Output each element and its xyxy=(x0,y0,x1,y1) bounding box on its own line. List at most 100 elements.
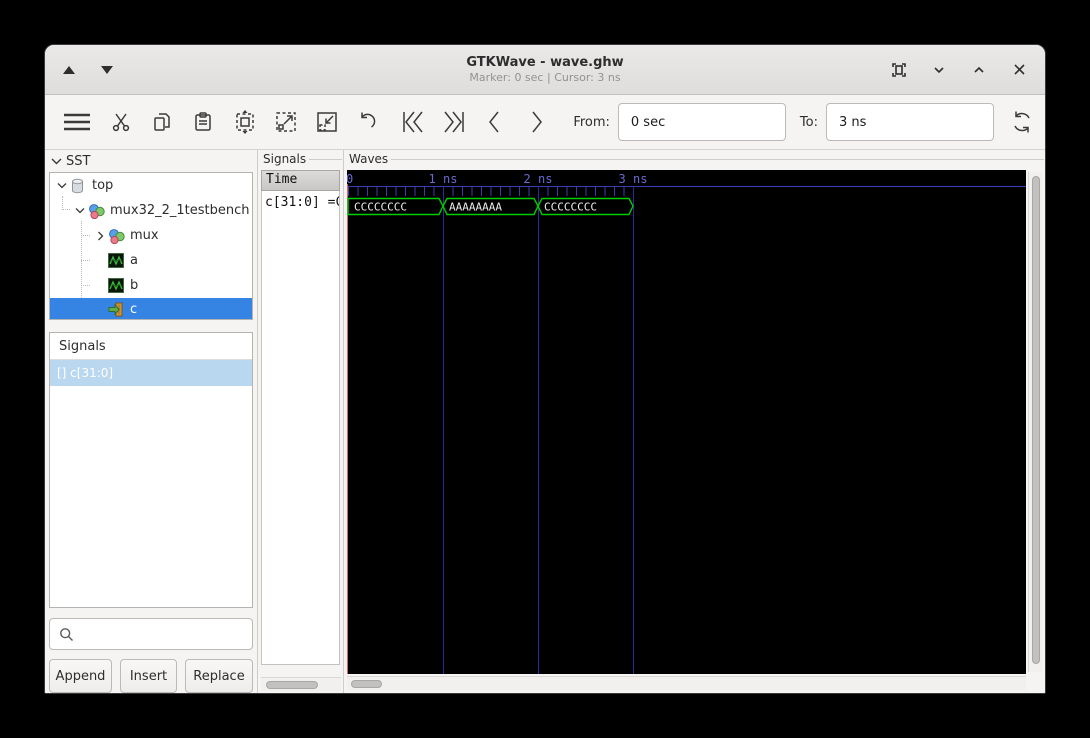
time-column-header[interactable]: Time xyxy=(261,170,340,191)
minimize-button[interactable] xyxy=(927,58,951,82)
append-button[interactable]: Append xyxy=(49,659,112,693)
bus-waveform-c[interactable]: CCCCCCCC AAAAAAAA CCCCCCCC xyxy=(347,197,1026,216)
tree-item-label: top xyxy=(92,178,114,193)
tree-item-label: mux32_2_1testbench xyxy=(110,203,250,218)
tree-item-signal-b[interactable]: b xyxy=(50,273,252,298)
signals-list-item-c[interactable]: [] c[31:0] xyxy=(50,360,252,386)
zoom-fit-button[interactable] xyxy=(227,103,262,141)
signal-search-box xyxy=(49,618,253,650)
bus-value-label: AAAAAAAA xyxy=(449,201,502,214)
prev-edge-button[interactable] xyxy=(477,103,512,141)
grid-line xyxy=(443,186,444,674)
bus-value-label: CCCCCCCC xyxy=(354,201,407,214)
tree-item-label: b xyxy=(130,278,139,293)
zoom-in-icon xyxy=(275,112,296,132)
skip-to-end-icon xyxy=(444,111,464,133)
paste-icon xyxy=(195,112,212,131)
to-label: To: xyxy=(799,114,818,130)
next-edge-button[interactable] xyxy=(518,103,553,141)
copy-icon xyxy=(154,113,171,131)
chevron-down-icon xyxy=(934,66,944,73)
to-input[interactable] xyxy=(825,103,994,141)
waves-frame-label: Waves xyxy=(344,150,1045,168)
menu-icon xyxy=(63,113,90,131)
tree-item-label: c xyxy=(130,302,138,317)
bus-value-label: CCCCCCCC xyxy=(544,201,597,214)
waves-vscrollbar[interactable] xyxy=(1028,172,1042,672)
chevron-right-icon xyxy=(532,111,542,133)
goto-start-button[interactable] xyxy=(395,103,430,141)
waves-hscrollbar[interactable] xyxy=(347,676,1026,690)
signal-names-hscrollbar[interactable] xyxy=(261,677,341,691)
marker-status: Marker: 0 sec xyxy=(469,71,544,84)
timeline-ticks xyxy=(348,187,635,196)
fit-window-button[interactable] xyxy=(887,58,911,82)
module-icon xyxy=(88,203,105,219)
paste-button[interactable] xyxy=(186,103,221,141)
insert-button[interactable]: Insert xyxy=(120,659,177,693)
cut-icon xyxy=(113,113,130,132)
scrollbar-thumb[interactable] xyxy=(1031,176,1040,664)
search-icon xyxy=(60,627,73,641)
maximize-button[interactable] xyxy=(967,58,991,82)
tree-item-signal-a[interactable]: a xyxy=(50,248,252,273)
time-tick-label: 3 ns xyxy=(618,172,648,186)
sst-label: SST xyxy=(66,153,91,169)
from-label: From: xyxy=(573,114,610,130)
triangle-up-icon xyxy=(63,65,75,74)
tree-item-signal-c[interactable]: c xyxy=(50,298,252,319)
zoom-fit-icon xyxy=(235,110,254,134)
sst-panel: SST top mux32_2_1testbench mux a b c Sig… xyxy=(45,150,257,693)
sst-tree: top mux32_2_1testbench mux a b c xyxy=(49,172,253,320)
toolbar: From: To: xyxy=(45,95,1045,149)
undo-button[interactable] xyxy=(350,103,385,141)
marker-line xyxy=(347,184,348,674)
undo-icon xyxy=(361,112,376,128)
subtitle-separator: | xyxy=(546,71,551,84)
gtkwave-window: GTKWave - wave.ghw Marker: 0 sec | Curso… xyxy=(44,44,1046,694)
search-input[interactable] xyxy=(74,619,252,649)
waves-panel: Waves 01 ns2 ns3 nsCCCCCCCCAAAAAAAACCCCC… xyxy=(343,150,1045,693)
tree-item-testbench[interactable]: mux32_2_1testbench xyxy=(50,198,252,223)
tree-item-top[interactable]: top xyxy=(50,173,252,198)
close-button[interactable] xyxy=(1007,58,1031,82)
grid-line xyxy=(633,186,634,674)
skip-to-start-icon xyxy=(402,111,423,133)
chevron-left-icon xyxy=(488,111,499,133)
sst-pane-header[interactable]: SST xyxy=(49,150,253,172)
scrollbar-thumb[interactable] xyxy=(266,680,318,689)
signals-list-header: Signals xyxy=(50,333,252,360)
tree-item-mux[interactable]: mux xyxy=(50,223,252,248)
cut-button[interactable] xyxy=(104,103,139,141)
signal-names-panel: Signals Time c[31:0] =CCCCCCCC xyxy=(257,150,343,693)
reload-button[interactable] xyxy=(1004,103,1039,141)
time-tick-label: 0 xyxy=(347,172,353,186)
move-down-button[interactable] xyxy=(95,58,119,82)
wave-canvas[interactable]: 0 1 ns 2 ns 3 ns CCCCCCCC AAAAAAAA CCCCCCCC xyxy=(347,170,1026,674)
cursor-status: Cursor: 3 ns xyxy=(554,71,621,84)
signal-name-list[interactable]: c[31:0] =CCCCCCCC xyxy=(261,191,340,665)
move-up-button[interactable] xyxy=(57,58,81,82)
scrollbar-thumb[interactable] xyxy=(351,679,382,688)
replace-button[interactable]: Replace xyxy=(185,659,253,693)
from-input[interactable] xyxy=(617,103,786,141)
database-icon xyxy=(70,178,87,194)
goto-end-button[interactable] xyxy=(436,103,471,141)
chevron-up-icon xyxy=(974,66,984,73)
expander-down-icon xyxy=(51,158,62,165)
signal-name-row-c[interactable]: c[31:0] =CCCCCCCC xyxy=(262,191,339,210)
module-icon xyxy=(108,228,125,244)
expander-down-icon[interactable] xyxy=(72,207,88,214)
expander-right-icon[interactable] xyxy=(92,231,108,241)
time-tick-label: 1 ns xyxy=(428,172,458,186)
zoom-in-button[interactable] xyxy=(268,103,303,141)
menu-button[interactable] xyxy=(59,103,94,141)
expander-down-icon[interactable] xyxy=(54,182,70,189)
copy-button[interactable] xyxy=(145,103,180,141)
zoom-out-button[interactable] xyxy=(309,103,344,141)
headerbar: GTKWave - wave.ghw Marker: 0 sec | Curso… xyxy=(45,45,1045,95)
grid-line xyxy=(538,186,539,674)
signals-frame-label: Signals xyxy=(258,150,343,168)
close-icon xyxy=(1013,64,1025,75)
triangle-down-icon xyxy=(101,65,113,74)
